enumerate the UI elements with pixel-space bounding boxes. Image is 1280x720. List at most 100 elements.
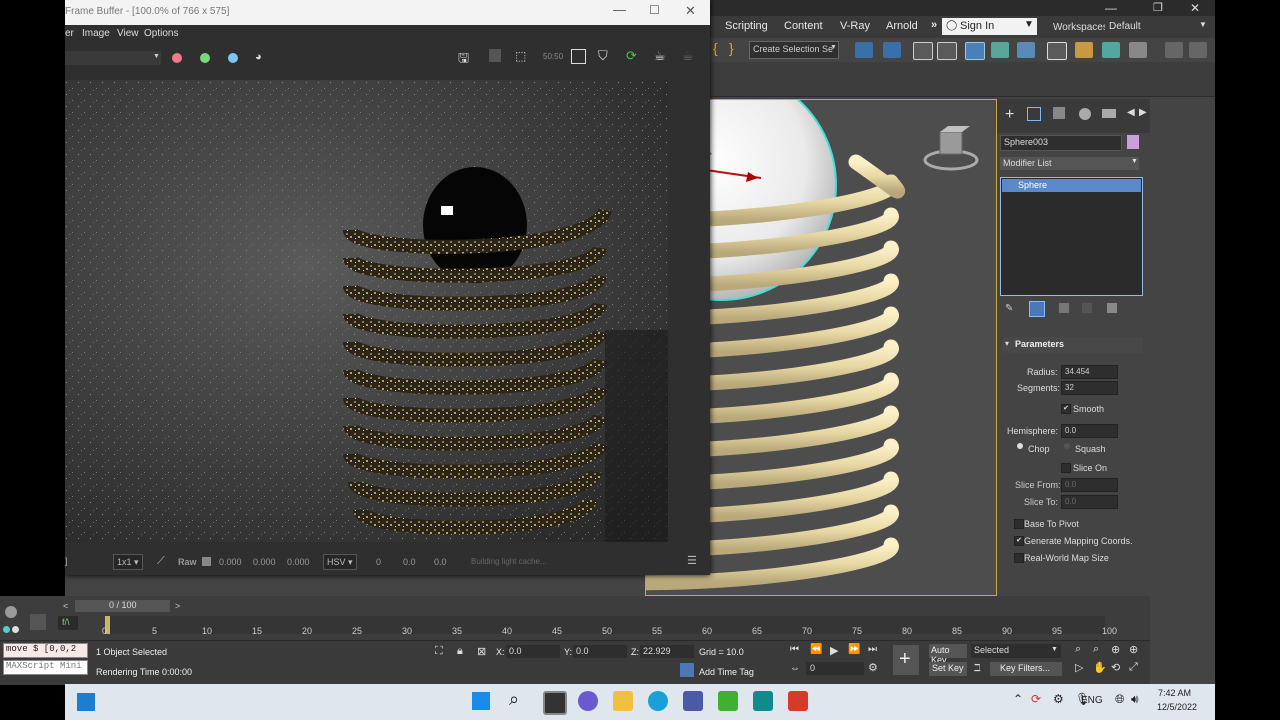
object-color-swatch[interactable]: [1127, 135, 1139, 149]
teams-chat-icon[interactable]: [578, 691, 598, 711]
maximize-viewport-icon[interactable]: ⤢: [1129, 661, 1138, 674]
parameters-rollout-header[interactable]: ▾ Parameters: [1003, 337, 1143, 353]
menu-more-chevron[interactable]: »: [931, 19, 937, 31]
viewport-sphere-icon[interactable]: [5, 606, 17, 618]
next-frame-icon[interactable]: >: [175, 601, 180, 611]
blue-channel-button[interactable]: [228, 53, 238, 63]
selection-set-dropdown[interactable]: Create Selection Se ▼: [749, 41, 839, 59]
menu-content[interactable]: Content: [784, 20, 823, 32]
minimize-button[interactable]: —: [1105, 1, 1117, 15]
3ds-max-icon[interactable]: [753, 691, 773, 711]
green-channel-button[interactable]: [200, 53, 210, 63]
remove-modifier-icon[interactable]: [1082, 303, 1092, 313]
modify-tab-icon[interactable]: [1027, 107, 1041, 121]
menu-vray[interactable]: V-Ray: [840, 20, 870, 32]
base-to-pivot-checkbox[interactable]: [1014, 519, 1024, 529]
workspace-dropdown[interactable]: Default ▼: [1105, 19, 1210, 34]
brush-icon[interactable]: [1165, 42, 1183, 58]
motion-tab-icon[interactable]: [1079, 108, 1091, 120]
alpha-channel-icon[interactable]: ◕: [255, 51, 262, 63]
play-icon[interactable]: ▶: [830, 644, 838, 657]
slice-from-spinner[interactable]: 0.0: [1061, 478, 1118, 492]
curly-brace-icon[interactable]: }: [729, 40, 734, 56]
align-icon[interactable]: [883, 42, 901, 58]
key-filter-icon[interactable]: ℶ: [974, 663, 981, 674]
fb-menu-image[interactable]: Image: [82, 28, 110, 39]
arrow-right-icon[interactable]: ▶: [1139, 107, 1147, 118]
real-world-map-checkbox[interactable]: [1014, 553, 1024, 563]
time-slider[interactable]: 0 / 100: [75, 600, 170, 612]
make-unique-icon[interactable]: [1059, 303, 1069, 313]
squash-radio[interactable]: [1064, 443, 1070, 449]
fb-close-button[interactable]: ✕: [685, 3, 696, 19]
close-button[interactable]: ✕: [1190, 1, 1200, 15]
current-frame-field[interactable]: 0: [806, 662, 864, 675]
log-icon[interactable]: ☰: [687, 554, 697, 567]
x-coordinate-field[interactable]: 0.0: [506, 645, 560, 658]
segments-spinner[interactable]: 32: [1061, 381, 1118, 395]
windows-start-icon[interactable]: [472, 692, 490, 710]
save-icon[interactable]: 🖫︎: [458, 49, 469, 71]
color-mode-dropdown[interactable]: HSV ▾: [323, 554, 357, 570]
arrow-left-icon[interactable]: ◀: [1127, 107, 1135, 118]
orbit-icon[interactable]: ⟲: [1111, 661, 1120, 674]
set-key-big-button[interactable]: +: [893, 645, 919, 675]
configure-sets-icon[interactable]: [1107, 303, 1117, 313]
fb-minimize-button[interactable]: —: [613, 2, 626, 17]
fb-menu-options[interactable]: Options: [144, 28, 178, 39]
tray-chevron-icon[interactable]: ⌃: [1013, 692, 1023, 706]
curve-editor-toggle[interactable]: f/\: [58, 616, 78, 630]
time-config-icon[interactable]: ⚙: [868, 661, 878, 674]
edge-icon[interactable]: [648, 691, 668, 711]
prev-frame-icon[interactable]: <: [63, 601, 68, 611]
region-render-icon[interactable]: [571, 49, 586, 64]
sign-in-dropdown[interactable]: ◯ Sign In ▼: [942, 18, 1037, 35]
pin-stack-icon[interactable]: ✎: [1005, 303, 1013, 314]
key-mode-icon[interactable]: ⇔: [790, 663, 800, 674]
layer-explorer-icon[interactable]: [937, 42, 957, 60]
menu-scripting[interactable]: Scripting: [725, 20, 768, 32]
red-channel-button[interactable]: [172, 53, 182, 63]
material-editor-icon[interactable]: [1047, 42, 1067, 60]
rendered-frame-window-icon[interactable]: [1102, 42, 1120, 58]
language-indicator[interactable]: ENG: [1081, 695, 1103, 706]
hemisphere-spinner[interactable]: 0.0: [1061, 424, 1118, 438]
radius-spinner[interactable]: 34.454: [1061, 365, 1118, 379]
pan-icon[interactable]: ✋: [1093, 661, 1107, 674]
clock-date[interactable]: 12/5/2022: [1157, 702, 1197, 712]
zoom-all-icon[interactable]: ⌕: [1093, 643, 1099, 656]
tray-app2-icon[interactable]: ⚙: [1053, 692, 1064, 706]
slice-on-checkbox[interactable]: [1061, 463, 1071, 473]
slice-to-spinner[interactable]: 0.0: [1061, 495, 1118, 509]
previous-frame-icon[interactable]: ⏪: [810, 644, 822, 655]
fb-maximize-button[interactable]: ☐: [649, 3, 660, 17]
load-icon[interactable]: [489, 49, 501, 62]
scene-explorer-icon[interactable]: [913, 42, 933, 60]
key-filters-button[interactable]: Key Filters...: [990, 662, 1062, 676]
render-last-icon[interactable]: ☕︎: [682, 48, 694, 64]
display-tab-icon[interactable]: [1102, 109, 1116, 118]
fb-menu-view[interactable]: View: [117, 28, 139, 39]
task-view-icon[interactable]: [543, 691, 567, 715]
volume-icon[interactable]: 🔊︎: [1131, 692, 1139, 707]
track-mouse-icon[interactable]: ⛉: [598, 48, 608, 64]
modifier-list-dropdown[interactable]: Modifier List ▼: [1000, 157, 1139, 170]
add-time-tag[interactable]: Add Time Tag: [699, 667, 754, 677]
z-coordinate-field[interactable]: 22.929: [640, 645, 694, 658]
stack-item-sphere[interactable]: Sphere: [1002, 179, 1141, 192]
zoom-extents-all-icon[interactable]: ⊕: [1129, 643, 1138, 656]
absolute-mode-icon[interactable]: ⊠: [477, 645, 486, 658]
ipr-icon[interactable]: [30, 614, 46, 630]
color-dots-icon[interactable]: [0, 624, 22, 636]
menu-arnold[interactable]: Arnold: [886, 20, 918, 32]
file-explorer-icon[interactable]: [613, 691, 633, 711]
compare-icon[interactable]: 50:50: [543, 52, 563, 61]
selection-lock-icon[interactable]: 🔒︎: [457, 645, 463, 658]
maxscript-listener-line[interactable]: move $ [0,0,2: [3, 643, 88, 658]
next-frame-icon[interactable]: ⏩: [848, 644, 860, 655]
recorder-icon[interactable]: [788, 691, 808, 711]
key-set-dropdown[interactable]: Selected ▼: [971, 644, 1061, 658]
go-to-end-icon[interactable]: ⏭: [868, 644, 877, 655]
zoom-extents-icon[interactable]: ⊕: [1111, 643, 1120, 656]
go-to-start-icon[interactable]: ⏮: [790, 644, 799, 655]
